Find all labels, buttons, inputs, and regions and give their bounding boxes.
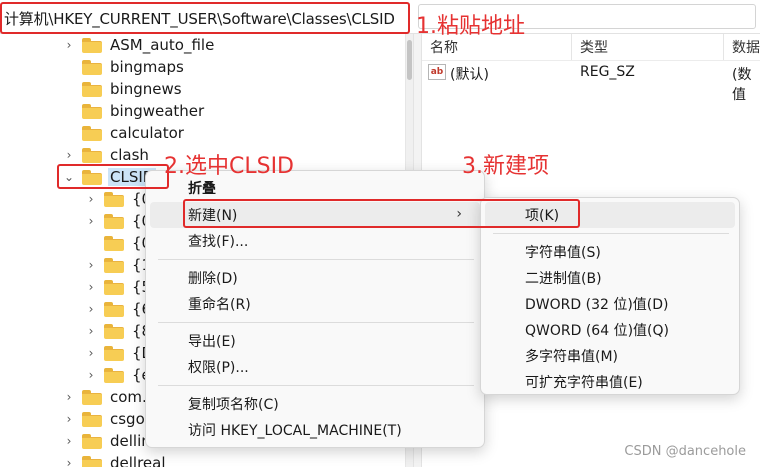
expand-chevron-icon[interactable] <box>62 56 76 78</box>
menu-export[interactable]: 导出(E) <box>188 328 236 354</box>
expand-chevron-icon[interactable] <box>62 100 76 122</box>
expand-chevron-icon[interactable]: › <box>84 298 98 320</box>
tree-item[interactable]: › com.o <box>62 386 158 408</box>
tree-item[interactable]: bingmaps <box>62 56 186 78</box>
value-data: (数值 <box>732 67 752 103</box>
expand-chevron-icon[interactable]: › <box>84 188 98 210</box>
value-row[interactable]: ab (默认) REG_SZ (数值 <box>422 62 760 103</box>
string-value-icon: ab <box>428 64 446 80</box>
column-header-type[interactable]: 类型 <box>572 34 724 60</box>
folder-icon <box>82 125 102 141</box>
menu-separator <box>158 322 474 323</box>
submenu-string-value[interactable]: 字符串值(S) <box>525 239 601 265</box>
expand-chevron-icon[interactable]: › <box>84 210 98 232</box>
expand-chevron-icon[interactable]: › <box>62 408 76 430</box>
menu-visit-hklm[interactable]: 访问 HKEY_LOCAL_MACHINE(T) <box>188 417 402 443</box>
expand-chevron-icon[interactable] <box>62 122 76 144</box>
folder-icon <box>104 235 124 251</box>
expand-chevron-icon[interactable]: › <box>84 276 98 298</box>
tree-item[interactable]: bingweather <box>62 100 206 122</box>
tree-item-label: ASM_auto_file <box>110 36 215 54</box>
expand-chevron-icon[interactable]: › <box>62 430 76 452</box>
annotation-step1: 1.粘贴地址 <box>416 14 525 39</box>
tree-item-label: bingweather <box>110 102 205 120</box>
menu-separator <box>158 385 474 386</box>
folder-icon <box>104 345 124 361</box>
submenu-dword-value[interactable]: DWORD (32 位)值(D) <box>525 291 669 317</box>
expand-chevron-icon[interactable] <box>84 232 98 254</box>
expand-chevron-icon[interactable]: › <box>62 34 76 56</box>
tree-item[interactable]: › ASM_auto_file <box>62 34 216 56</box>
value-type: REG_SZ <box>580 64 635 80</box>
tree-item-label: bingnews <box>110 80 182 98</box>
menu-delete[interactable]: 删除(D) <box>188 265 238 291</box>
tree-item-label: csgo <box>110 410 145 428</box>
folder-icon <box>82 147 102 163</box>
header-divider <box>422 60 760 61</box>
expand-chevron-icon[interactable]: › <box>84 320 98 342</box>
expand-chevron-icon[interactable]: › <box>62 452 76 467</box>
folder-icon <box>82 389 102 405</box>
folder-icon <box>82 37 102 53</box>
tree-item[interactable]: › csgo <box>62 408 147 430</box>
annotation-box-clsid <box>57 164 169 189</box>
menu-copy-key-name[interactable]: 复制项名称(C) <box>188 391 279 417</box>
tree-item[interactable]: › dellreal <box>62 452 168 467</box>
folder-icon <box>82 81 102 97</box>
menu-find[interactable]: 查找(F)... <box>188 228 248 254</box>
tree-item-label: dellreal <box>110 454 166 467</box>
tree-item[interactable]: bingnews <box>62 78 184 100</box>
expand-chevron-icon[interactable] <box>62 78 76 100</box>
expand-chevron-icon[interactable]: › <box>62 386 76 408</box>
menu-rename[interactable]: 重命名(R) <box>188 291 251 317</box>
folder-icon <box>104 191 124 207</box>
submenu-binary-value[interactable]: 二进制值(B) <box>525 265 602 291</box>
submenu-expandable-string-value[interactable]: 可扩充字符串值(E) <box>525 369 643 395</box>
menu-separator <box>493 233 729 234</box>
watermark: CSDN @dancehole <box>624 444 746 459</box>
folder-icon <box>82 411 102 427</box>
value-name: (默认) <box>450 67 489 83</box>
menu-permissions[interactable]: 权限(P)... <box>188 354 249 380</box>
tree-item[interactable]: calculator <box>62 122 186 144</box>
folder-icon <box>104 323 124 339</box>
annotation-step3: 3.新建项 <box>462 154 549 179</box>
tree-item-label: clash <box>110 146 149 164</box>
folder-icon <box>82 103 102 119</box>
submenu-multi-string-value[interactable]: 多字符串值(M) <box>525 343 618 369</box>
expand-chevron-icon[interactable]: › <box>84 364 98 386</box>
expand-chevron-icon[interactable]: › <box>62 144 76 166</box>
folder-icon <box>82 59 102 75</box>
folder-icon <box>104 213 124 229</box>
expand-chevron-icon[interactable]: › <box>84 342 98 364</box>
tree-item-label: bingmaps <box>110 58 184 76</box>
annotation-box-new-key <box>183 199 580 228</box>
tree-item-label: calculator <box>110 124 184 142</box>
expand-chevron-icon[interactable]: › <box>84 254 98 276</box>
folder-icon <box>104 279 124 295</box>
annotation-step2: 2.选中CLSID <box>164 154 295 179</box>
folder-icon <box>104 367 124 383</box>
folder-icon <box>82 455 102 467</box>
folder-icon <box>104 301 124 317</box>
menu-separator <box>158 259 474 260</box>
folder-icon <box>104 257 124 273</box>
column-header-data[interactable]: 数据 <box>724 34 760 60</box>
tree-scrollbar-thumb[interactable] <box>407 40 412 80</box>
annotation-box-address <box>0 2 410 34</box>
folder-icon <box>82 433 102 449</box>
tree-item[interactable]: › clash <box>62 144 151 166</box>
submenu-qword-value[interactable]: QWORD (64 位)值(Q) <box>525 317 669 343</box>
